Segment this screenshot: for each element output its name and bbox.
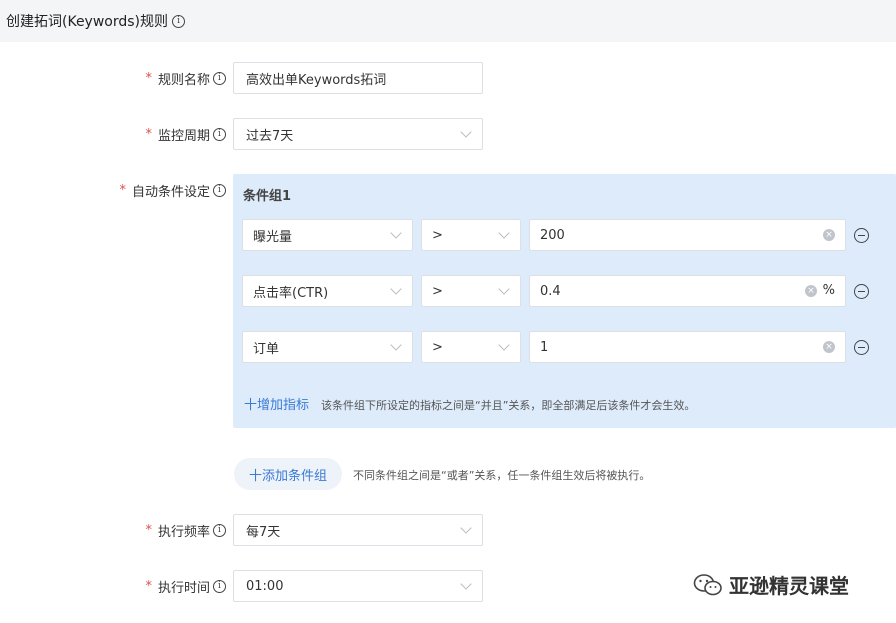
watermark: 亚逊精灵课堂 [693, 570, 849, 599]
remove-condition-icon[interactable] [854, 284, 869, 299]
chevron-down-icon [460, 522, 472, 534]
percent-unit: % [822, 283, 835, 298]
rule-name-row: * 规则名称 i 高效出单Keywords拓词 [0, 62, 896, 94]
page-title: 创建拓词(Keywords)规则 i [6, 11, 186, 31]
chevron-down-icon [498, 227, 510, 239]
metric-select[interactable]: 曝光量 [242, 219, 413, 251]
chevron-down-icon [460, 126, 472, 138]
info-icon[interactable]: i [213, 128, 226, 141]
condition-group-title: 条件组1 [243, 189, 292, 204]
value-input[interactable]: 1 × [529, 331, 846, 363]
exec-time-select[interactable]: 01:00 [233, 570, 483, 602]
rule-name-input[interactable]: 高效出单Keywords拓词 [233, 62, 483, 94]
metric-select[interactable]: 点击率(CTR) [242, 275, 413, 307]
rule-name-label: * 规则名称 i [145, 69, 226, 88]
info-icon[interactable]: i [213, 184, 226, 197]
info-icon[interactable]: i [213, 72, 226, 85]
operator-select[interactable]: > [421, 275, 521, 307]
conditions-label: * 自动条件设定 i [119, 181, 226, 200]
chevron-down-icon [460, 578, 472, 590]
exec-time-label: * 执行时间 i [145, 577, 226, 596]
remove-condition-icon[interactable] [854, 340, 869, 355]
condition-group-panel: 条件组1 曝光量 > 200 × 点击率(CTR) > 0.4 × % 订单 >… [233, 174, 896, 428]
chevron-down-icon [390, 227, 402, 239]
period-row: * 监控周期 i 过去7天 [0, 118, 896, 150]
add-condition-group-button[interactable]: 十添加条件组 [234, 458, 342, 490]
period-label: * 监控周期 i [145, 125, 226, 144]
info-icon[interactable]: i [213, 524, 226, 537]
operator-select[interactable]: > [421, 219, 521, 251]
chevron-down-icon [498, 283, 510, 295]
add-metric-hint: 该条件组下所设定的指标之间是“并且”关系，即全部满足后该条件才会生效。 [321, 399, 696, 412]
info-icon[interactable]: i [213, 580, 226, 593]
frequency-select[interactable]: 每7天 [233, 514, 483, 546]
frequency-label: * 执行频率 i [145, 521, 226, 540]
info-icon[interactable]: i [172, 14, 186, 28]
wechat-icon [693, 573, 722, 595]
clear-icon[interactable]: × [823, 341, 835, 353]
chevron-down-icon [390, 339, 402, 351]
chevron-down-icon [498, 339, 510, 351]
add-group-hint: 不同条件组之间是“或者”关系，任一条件组生效后将被执行。 [353, 469, 651, 482]
value-input[interactable]: 0.4 × % [529, 275, 846, 307]
clear-icon[interactable]: × [823, 229, 835, 241]
add-metric-button[interactable]: 十增加指标 [244, 394, 309, 413]
operator-select[interactable]: > [421, 331, 521, 363]
frequency-row: * 执行频率 i 每7天 [0, 514, 896, 546]
value-input[interactable]: 200 × [529, 219, 846, 251]
remove-condition-icon[interactable] [854, 228, 869, 243]
page-header: 创建拓词(Keywords)规则 i [0, 0, 896, 42]
metric-select[interactable]: 订单 [242, 331, 413, 363]
period-select[interactable]: 过去7天 [233, 118, 483, 150]
chevron-down-icon [390, 283, 402, 295]
clear-icon[interactable]: × [805, 285, 817, 297]
